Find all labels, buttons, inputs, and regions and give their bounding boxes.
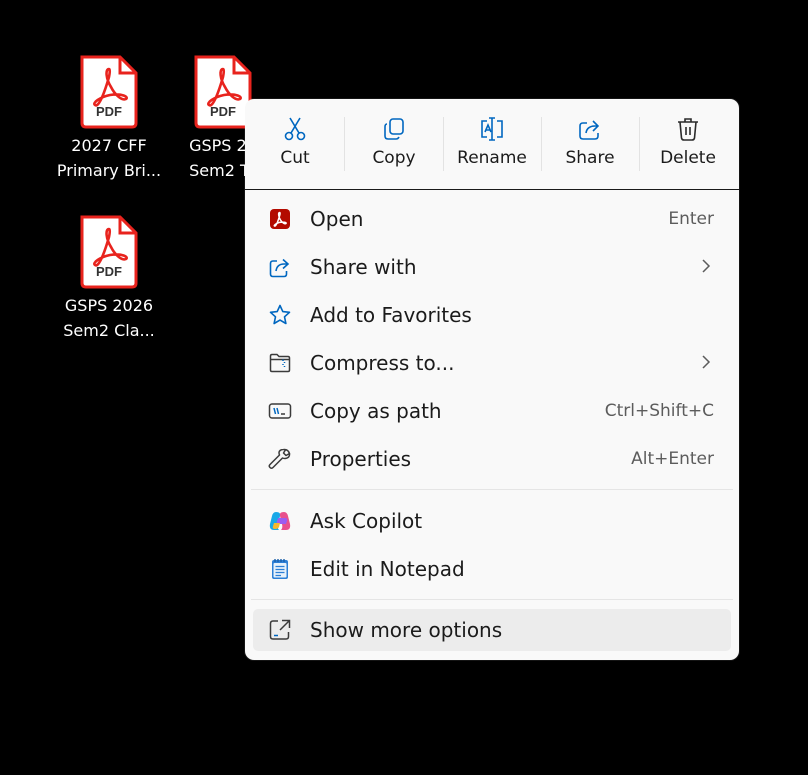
cut-button[interactable]: Cut [247,112,343,178]
menu-item-properties[interactable]: Properties Alt+Enter [253,437,731,481]
menu-item-label: Compress to... [310,351,455,375]
share-label: Share [565,148,615,168]
desktop-icon-label: Sem2 Cla... [63,321,155,340]
menu-item-edit-in-notepad[interactable]: Edit in Notepad [253,547,731,591]
path-icon [268,403,292,419]
menu-divider [251,599,733,600]
desktop-icon-label: 2027 CFF [71,136,147,155]
share-icon [579,120,600,140]
zip-folder-icon [269,353,291,373]
shortcut-text: Alt+Enter [631,449,714,469]
chevron-right-icon [702,355,711,369]
copy-label: Copy [372,148,416,168]
copy-icon [384,118,404,140]
show-more-icon [269,619,291,640]
svg-text:PDF: PDF [210,104,236,119]
menu-item-label: Add to Favorites [310,303,472,327]
menu-item-label: Properties [310,447,412,471]
chevron-right-icon [702,259,711,273]
copy-button[interactable]: Copy [346,112,442,178]
context-menu: Cut Copy Rename Share Delete Open Enter … [245,99,739,660]
wrench-icon [268,448,291,469]
menu-item-copy-as-path[interactable]: Copy as path Ctrl+Shift+C [253,389,731,433]
desktop-icon-2027-cff[interactable]: PDF 2027 CFF Primary Bri... [54,55,164,183]
rename-label: Rename [457,148,527,168]
acrobat-icon [270,209,290,229]
scissors-icon [284,117,306,141]
shortcut-text: Enter [668,209,714,229]
menu-divider [251,489,733,490]
menu-item-label: Open [310,207,364,231]
delete-label: Delete [660,148,716,168]
rename-button[interactable]: Rename [444,112,540,178]
menu-item-show-more-options[interactable]: Show more options [253,609,731,651]
notepad-icon [272,559,288,579]
desktop-icon-label: GSPS 2026 [64,296,154,315]
menu-item-label: Ask Copilot [310,509,423,533]
pdf-file-icon: PDF [80,55,138,129]
menu-item-label: Copy as path [310,399,442,423]
desktop-icon-label: Primary Bri... [56,161,162,180]
delete-button[interactable]: Delete [640,112,736,178]
desktop-icon-gsps-2026-sem2-cla[interactable]: PDF GSPS 2026 Sem2 Cla... [54,215,164,343]
trash-icon [678,118,698,141]
pdf-file-icon: PDF [80,215,138,289]
menu-item-compress-to[interactable]: Compress to... [253,341,731,385]
svg-text:PDF: PDF [96,264,122,279]
cut-label: Cut [280,148,310,168]
shortcut-text: Ctrl+Shift+C [604,401,714,421]
menu-item-label: Show more options [310,618,503,642]
rename-icon [481,117,503,141]
context-menu-toolbar: Cut Copy Rename Share Delete [245,99,739,190]
menu-item-label: Share with [310,255,417,279]
svg-text:PDF: PDF [96,104,122,119]
menu-item-label: Edit in Notepad [310,557,465,581]
menu-item-add-to-favorites[interactable]: Add to Favorites [253,293,731,337]
menu-item-ask-copilot[interactable]: Ask Copilot [253,499,731,543]
menu-item-share-with[interactable]: Share with [253,245,731,289]
copilot-icon [269,512,291,530]
menu-item-open[interactable]: Open Enter [253,197,731,241]
toolbar-separator [344,117,345,171]
share-button[interactable]: Share [542,112,638,178]
share-icon [269,258,290,278]
star-icon [269,304,291,325]
